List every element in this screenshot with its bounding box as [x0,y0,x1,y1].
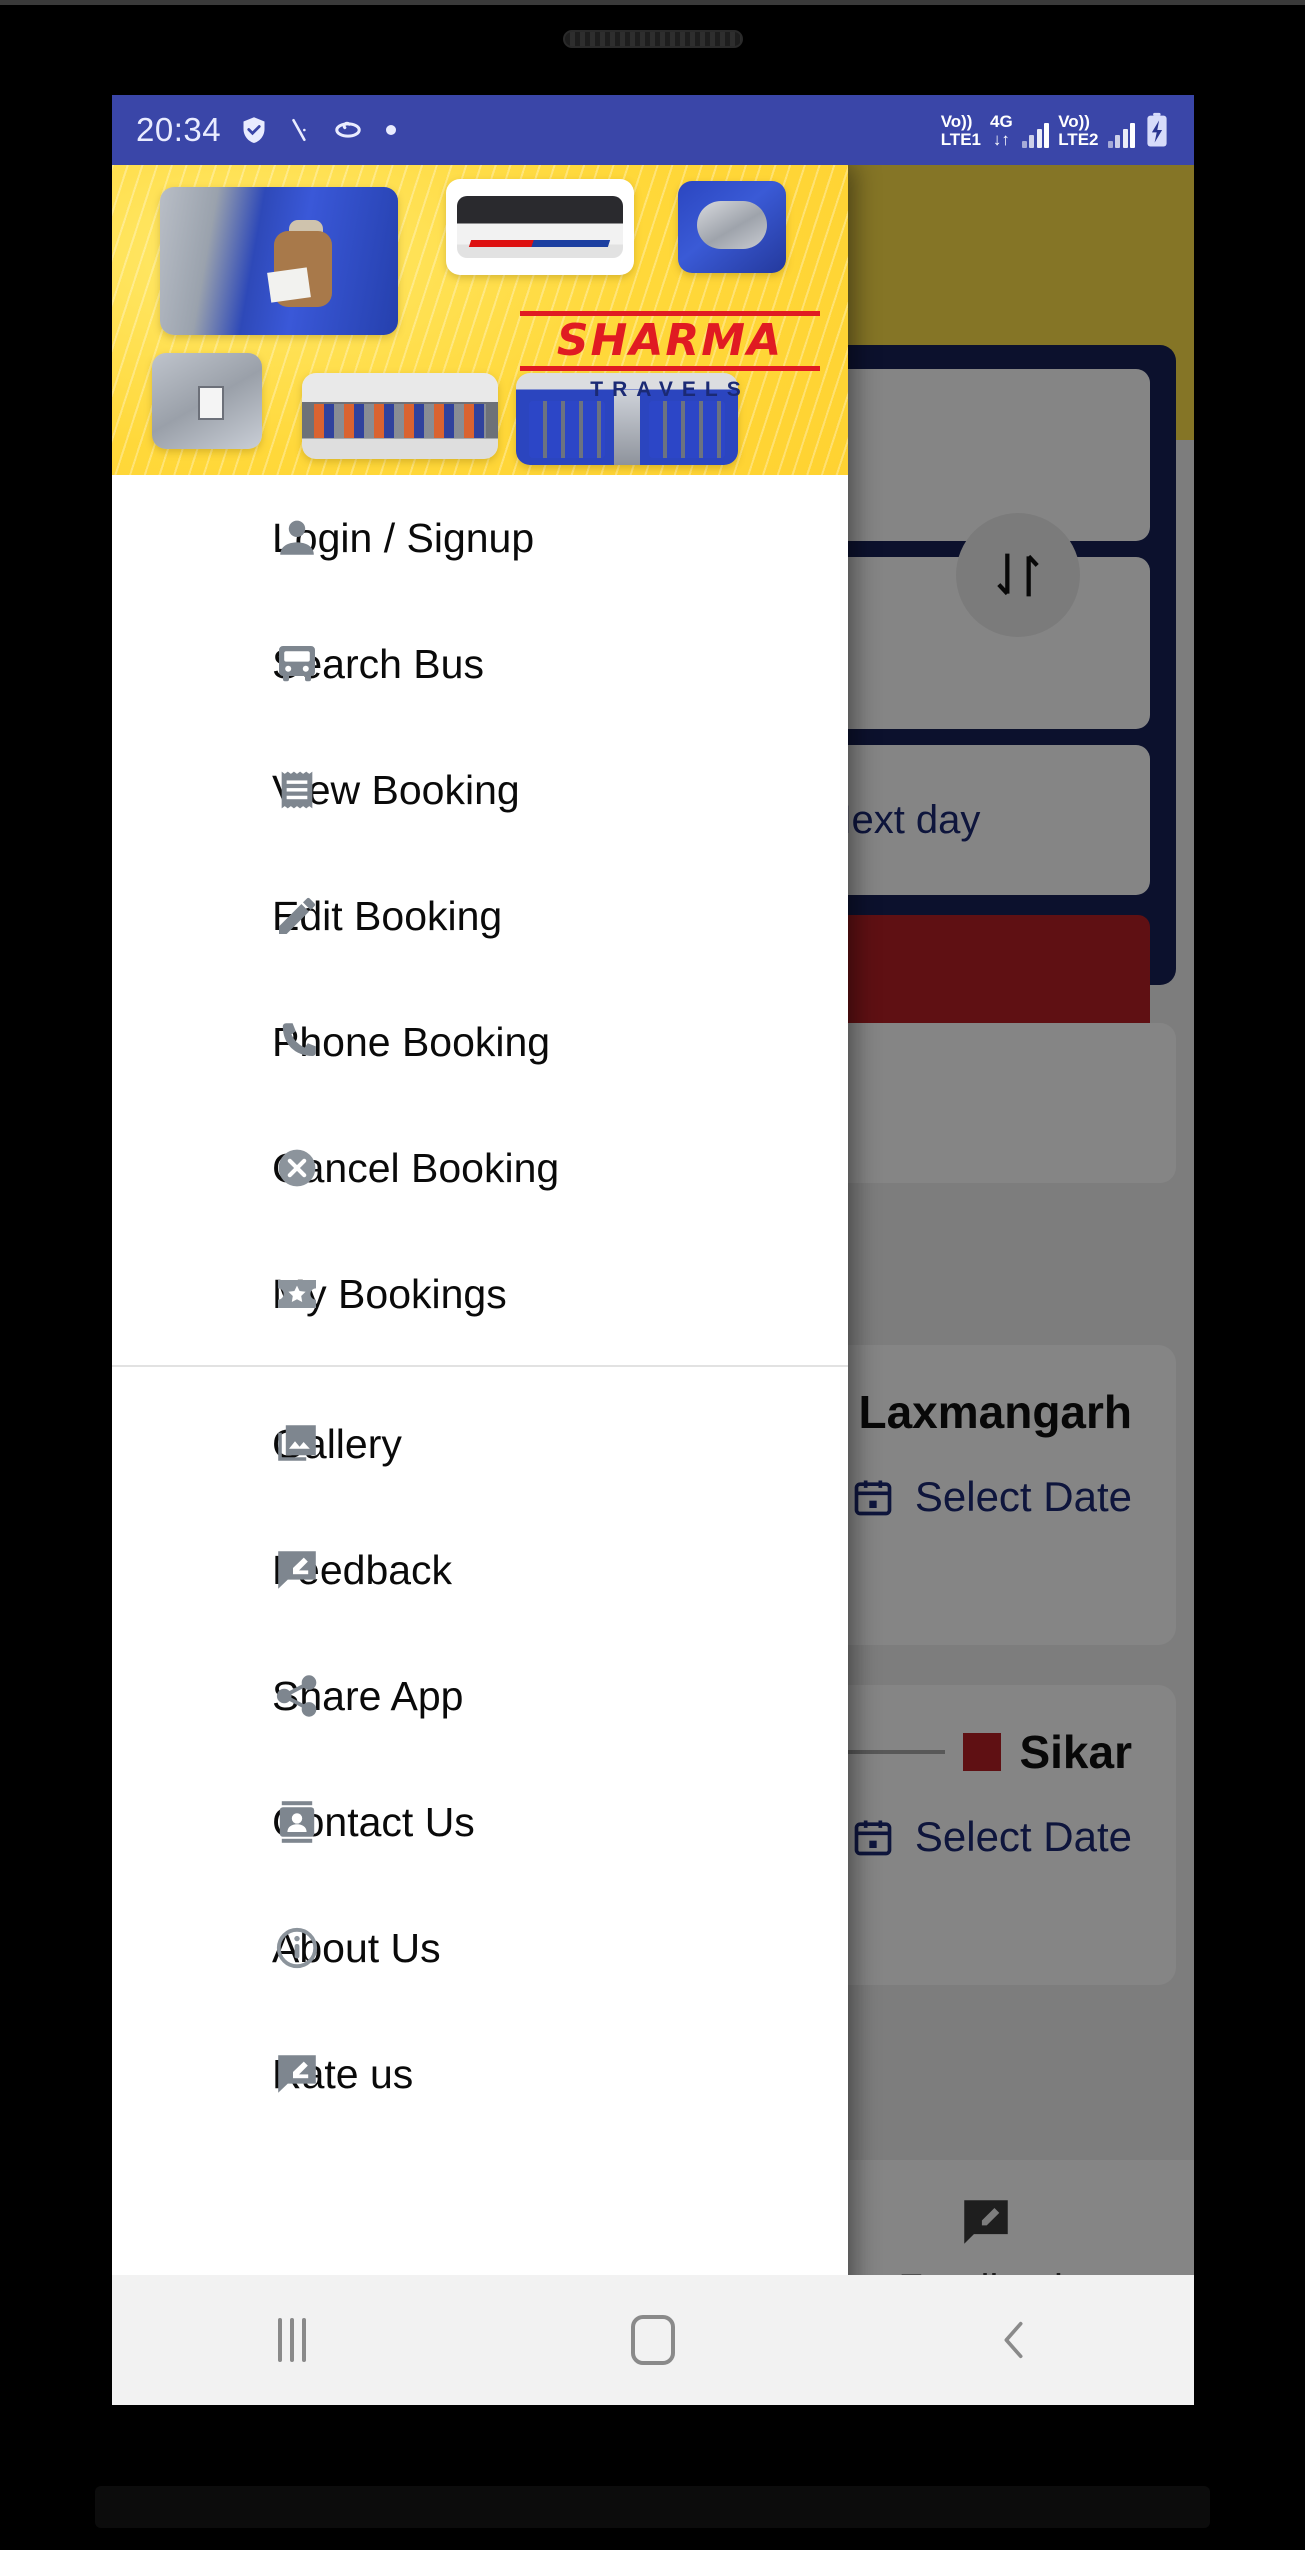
menu-item-rate-us[interactable]: Rate us [112,2011,848,2137]
charging-plate [697,201,767,250]
phone-icon [271,1016,323,1068]
nav-recents-button[interactable] [112,2318,473,2362]
swap-cities-button[interactable] [956,513,1080,637]
tile-charging-port [678,181,786,273]
back-icon [1004,2321,1023,2359]
share-icon [271,1670,323,1722]
tile-luggage-bay [302,373,498,459]
tile-passenger-sleeping [160,187,398,335]
home-icon [631,2315,675,2365]
brand-logo: SHARMA TRAVELS [520,311,820,402]
frame-top-edge [0,0,1305,5]
brand-subtitle: TRAVELS [590,378,750,401]
rate-icon [271,2048,323,2100]
phone-frame: ay Next day SEARCH BUS TRAVEL GUIDELINES… [0,0,1305,2550]
info-circle-icon [271,1922,323,1974]
menu-item-cancel-booking[interactable]: Cancel Booking [112,1105,848,1231]
bus-stripe [469,239,611,247]
sim2-signal-bars-icon [1107,122,1135,148]
menu-item-edit-booking[interactable]: Edit Booking [112,853,848,979]
slash-icon [287,114,313,146]
nav-back-button[interactable] [833,2312,1194,2368]
menu-item-gallery[interactable]: Gallery [112,1381,848,1507]
sim2-volte-top: Vo)) [1058,112,1090,132]
receipt-icon [271,764,323,816]
shield-check-icon [239,114,269,146]
android-nav-bar [112,2275,1194,2405]
sim2-volte-bottom: LTE2 [1058,129,1099,149]
status-bar-left: 20:34 [136,111,399,149]
interior-seats-left [529,400,605,458]
sim1-signal-bars-icon [1021,122,1050,148]
menu-item-about-us[interactable]: About Us [112,1885,848,2011]
tile-power-socket [152,353,262,449]
drawer-header-banner: SHARMA TRAVELS [112,165,848,475]
route-chip [963,1733,1002,1771]
frame-bottom-edge [0,2485,1305,2550]
route-date-label: Select Date [914,1813,1132,1860]
menu-divider [112,1365,848,1367]
menu-item-phone-booking[interactable]: Phone Booking [112,979,848,1105]
feedback-icon [271,1544,323,1596]
feedback-icon [964,2200,1008,2244]
gallery-icon [271,1418,323,1470]
network-traffic-arrows: ↓↑ [992,129,1010,149]
menu-item-my-bookings[interactable]: My Bookings [112,1231,848,1357]
nav-home-button[interactable] [473,2315,834,2365]
network-type-label: 4G [990,112,1013,132]
socket-face [198,385,225,420]
interior-seats-right [649,400,725,458]
earpiece-speaker [562,30,743,48]
menu-item-view-booking[interactable]: View Booking [112,727,848,853]
battery-charging-icon [1144,112,1170,148]
luggage-bags [313,403,487,439]
status-bar: 20:34 Vo)) LTE1 4G ↓↑ Vo)) LTE2 [112,95,1194,165]
status-clock: 20:34 [136,111,222,148]
brand-name: SHARMA [520,311,820,371]
ticket-star-icon [271,1268,323,1320]
calendar-icon [854,1820,892,1856]
dot-icon [383,122,399,138]
sim2-volte-indicator: Vo)) LTE2 [1058,113,1098,148]
navigation-drawer: SHARMA TRAVELS Login / Signup Search Bus… [112,165,848,2345]
menu-item-feedback[interactable]: Feedback [112,1507,848,1633]
pencil-icon [271,890,323,942]
menu-item-search-bus[interactable]: Search Bus [112,601,848,727]
status-bar-right: Vo)) LTE1 4G ↓↑ Vo)) LTE2 [941,112,1170,148]
bus-icon [271,638,323,690]
route-to-city: Laxmangarh [858,1386,1132,1438]
menu-item-contact-us[interactable]: Contact Us [112,1759,848,1885]
cancel-circle-icon [271,1142,323,1194]
bus-body [457,196,623,258]
swap-vertical-icon [997,553,1039,597]
phone-screen: ay Next day SEARCH BUS TRAVEL GUIDELINES… [112,95,1194,2405]
person-icon [271,512,323,564]
drawer-menu: Login / Signup Search Bus View Booking E… [112,475,848,2137]
sim1-volte-indicator: Vo)) LTE1 [941,113,981,148]
route-date-label: Select Date [914,1473,1132,1520]
calendar-icon [854,1480,892,1516]
menu-item-share-app[interactable]: Share App [112,1633,848,1759]
menu-item-login-signup[interactable]: Login / Signup [112,475,848,601]
recents-icon [278,2318,307,2362]
sim1-volte-top: Vo)) [940,112,973,132]
sim1-volte-bottom: LTE1 [940,129,981,149]
contact-card-icon [271,1796,323,1848]
network-type-indicator: 4G ↓↑ [990,113,1013,148]
swirl-icon [331,114,365,146]
tile-bus-exterior [446,179,634,275]
route-to-city: Sikar [1019,1726,1132,1778]
passenger-book [267,267,312,303]
bottom-bezel [95,2486,1210,2528]
